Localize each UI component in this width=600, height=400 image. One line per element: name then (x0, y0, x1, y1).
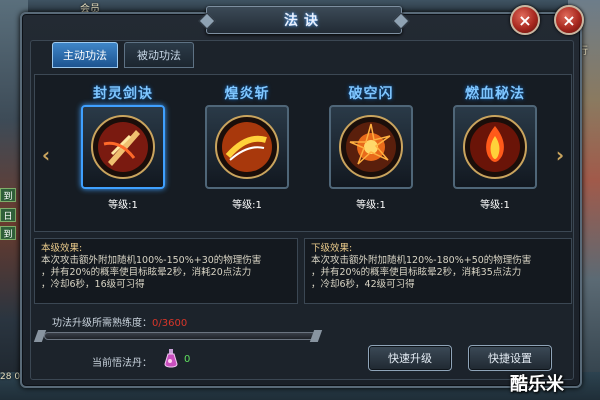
side-chip-1[interactable]: 到 (0, 188, 16, 202)
upgrade-requirement-label: 功法升级所需熟练度： (52, 318, 152, 329)
upgrade-requirement-value: 0/3600 (152, 318, 188, 329)
next-effect-box: 下级效果: 本次攻击额外附加随机120%-180%+50的物理伤害 ，并有20%… (304, 238, 572, 304)
skill-level: 等级:1 (108, 200, 138, 211)
close-icon-secondary[interactable]: × (554, 5, 584, 35)
skill-icon-frame[interactable] (205, 105, 289, 189)
current-effect-line: ，并有20%的概率使目标眩晕2秒，消耗20点法力 (41, 267, 252, 278)
next-effect-line: ，并有20%的概率使目标眩晕2秒，消耗35点法力 (311, 267, 522, 278)
chevron-left-icon[interactable]: ‹ (39, 141, 53, 169)
current-effect-line: 本次攻击额外附加随机100%-150%+30的物理伤害 (41, 255, 262, 266)
skill-icon-frame[interactable] (81, 105, 165, 189)
skill-name: 煌炎斩 (224, 86, 270, 102)
potion-icon (164, 349, 178, 368)
flame-slash-icon (215, 115, 279, 179)
skill-icon-frame[interactable] (453, 105, 537, 189)
tab-passive-skills[interactable]: 被动功法 (124, 42, 194, 68)
chevron-right-icon[interactable]: › (553, 141, 567, 169)
current-effect-line: ，冷却6秒，16级可习得 (41, 279, 145, 290)
current-effect-box: 本级效果: 本次攻击额外附加随机100%-150%+30的物理伤害 ，并有20%… (34, 238, 298, 304)
skill-item-1[interactable]: 封灵剑诀 等级:1 (75, 77, 171, 227)
next-effect-title: 下级效果: (311, 243, 353, 254)
pill-count: 0 (184, 354, 191, 365)
close-icon[interactable]: × (510, 5, 540, 35)
upgrade-progress-bar (44, 332, 316, 340)
skill-name: 燃血秘法 (465, 86, 525, 102)
skill-level: 等级:1 (232, 200, 262, 211)
side-chip-3[interactable]: 到 (0, 226, 16, 240)
burst-strike-icon (339, 115, 403, 179)
upgrade-requirement: 功法升级所需熟练度：0/3600 (52, 314, 187, 329)
skill-name: 破空闪 (348, 86, 394, 102)
skill-item-3[interactable]: 破空闪 等级:1 (323, 77, 419, 227)
skill-level: 等级:1 (480, 200, 510, 211)
next-effect-line: ，冷却6秒，42级可习得 (311, 279, 415, 290)
quick-upgrade-button[interactable]: 快速升级 (368, 345, 452, 371)
side-chip-2[interactable]: 日 (0, 208, 16, 222)
current-effect-title: 本级效果: (41, 243, 83, 254)
sword-slash-icon (91, 115, 155, 179)
next-effect-line: 本次攻击额外附加随机120%-180%+50的物理伤害 (311, 255, 532, 266)
panel-title: 法诀 (284, 13, 324, 29)
skill-list: ‹ › 封灵剑诀 等级:1 煌炎斩 等级:1 破空闪 等级:1 燃血秘法 等级:… (34, 74, 572, 232)
skill-icon-frame[interactable] (329, 105, 413, 189)
technique-panel: 法诀 主动功法 被动功法 ‹ › 封灵剑诀 等级:1 煌炎斩 等级:1 破空闪 … (20, 6, 582, 388)
skill-item-4[interactable]: 燃血秘法 等级:1 (447, 77, 543, 227)
panel-title-bar: 法诀 (206, 6, 402, 34)
tab-active-skills[interactable]: 主动功法 (52, 42, 118, 68)
watermark-text: 酷乐米 (510, 374, 564, 395)
blood-flame-icon (463, 115, 527, 179)
quick-settings-button[interactable]: 快捷设置 (468, 345, 552, 371)
pill-label: 当前悟法丹： (92, 358, 152, 369)
skill-level: 等级:1 (356, 200, 386, 211)
skill-name: 封灵剑诀 (93, 86, 153, 102)
skill-item-2[interactable]: 煌炎斩 等级:1 (199, 77, 295, 227)
